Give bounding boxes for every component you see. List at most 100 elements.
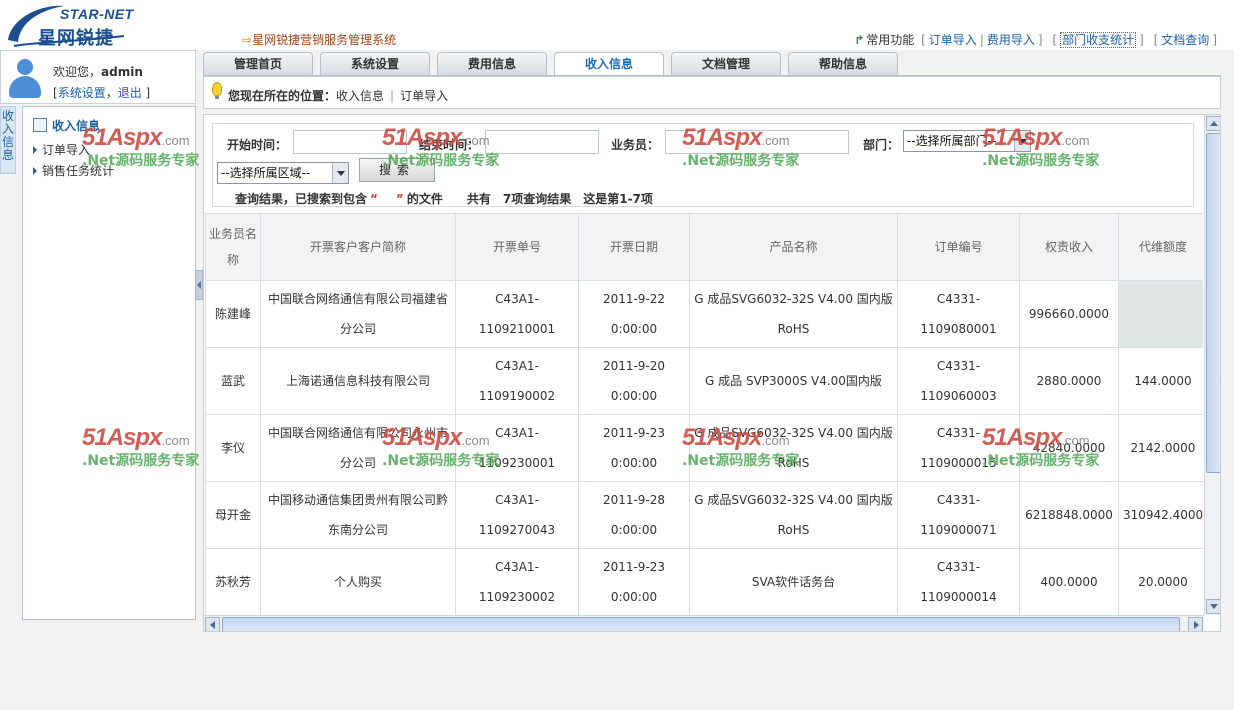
table-row: 苏秋芳 个人购买 C43A1-1109230002 2011-9-23 0:00… [205,548,1203,615]
cell-invoice-date: 2011-9-22 0:00:00 [578,280,690,348]
system-settings-link[interactable]: 系统设置 [58,86,106,100]
lightbulb-icon [212,82,222,99]
system-title-text: 星网锐捷营销服务管理系统 [252,33,397,47]
sidebar-item-sales-task[interactable]: 销售任务统计 [33,162,114,179]
search-button[interactable]: 搜索 [359,158,435,182]
result-summary: 查询结果，已搜索到包含 “ ” 的文件 共有 7项查询结果 这是第1-7项 [235,192,653,206]
system-title: ⇨星网锐捷营销服务管理系统 [242,31,396,48]
cell-invoice-no: C43A1-1109230002 [455,548,579,615]
quick-link-dept-stats[interactable]: 部门收支统计 [1060,32,1137,48]
cell-income: 2880.0000 [1019,347,1119,415]
cell-customer: 中国移动通信集团贵州有限公司黔东南分公司 [260,481,456,549]
cell-invoice-no: C43A1-1109270043 [455,481,579,549]
cell-maintenance-quota [1118,280,1203,348]
department-select-value: --选择所属部门-- [907,134,997,148]
region-select-value: --选择所属区域-- [221,166,311,180]
cell-income: 400.0000 [1019,548,1119,615]
column-header: 代维额度 [1118,213,1203,281]
cell-product: SVA软件话务台 [689,548,898,615]
tab-home[interactable]: 管理首页 [203,52,313,76]
region-select[interactable]: --选择所属区域-- [217,162,349,184]
end-time-label: 结束时间： [419,138,480,152]
vertical-tab-income[interactable]: 收入信息 [0,106,16,174]
cell-income: 6218848.0000 [1019,481,1119,549]
scroll-down-arrow-icon[interactable] [1206,599,1220,614]
common-functions-arrow-icon: ↱ [854,33,865,47]
scroll-left-arrow-icon[interactable] [205,617,220,631]
cell-order-no: C4331-1109080001 [897,280,1020,348]
horizontal-scrollbar[interactable] [204,615,1204,631]
cell-customer: 中国联合网络通信有限公司福建省分公司 [260,280,456,348]
tab-income[interactable]: 收入信息 [554,52,664,77]
column-header: 产品名称 [689,213,898,281]
table-row: 母开金 中国移动通信集团贵州有限公司黔东南分公司 C43A1-110927004… [205,481,1203,549]
cell-invoice-no: C43A1-1109210001 [455,280,579,348]
salesman-input[interactable] [665,130,849,154]
table-row: 李仪 中国联合网络通信有限公司永州市分公司 C43A1-1109230001 2… [205,414,1203,482]
cell-maintenance-quota: 144.0000 [1118,347,1203,415]
logo-chinese: 星网锐捷 [38,28,114,49]
user-links: [系统设置，退出 ] [53,86,151,100]
cell-invoice-date: 2011-9-20 0:00:00 [578,347,690,415]
cell-product: G 成品SVG6032-32S V4.00 国内版 RoHS [689,414,898,482]
logout-link[interactable]: 退出 [118,86,142,100]
quick-links: ↱ 常用功能 [订单导入 | 费用导入] [部门收支统计] [文档查询] [854,32,1217,48]
department-label: 部门： [863,138,900,152]
cell-invoice-no: C43A1-1109230001 [455,414,579,482]
cell-invoice-date: 2011-9-28 0:00:00 [578,481,690,549]
column-header: 开票日期 [578,213,690,281]
sidebar-item-label: 订单导入 [42,143,91,157]
sidebar-collapse-toggle[interactable] [195,270,203,300]
quick-link-doc-query[interactable]: 文档查询 [1161,33,1209,47]
cell-salesman: 蓝武 [205,347,261,415]
department-select[interactable]: --选择所属部门-- [903,130,1031,152]
user-panel: 欢迎您，admin [系统设置，退出 ] [0,50,196,104]
scroll-up-arrow-icon[interactable] [1206,116,1220,131]
cell-order-no: C4331-1109000015 [897,414,1020,482]
horizontal-scroll-thumb[interactable] [222,617,1180,631]
quick-link-order-import[interactable]: 订单导入 [929,33,977,47]
result-range: 这是第1-7项 [583,192,653,206]
breadcrumb: 您现在所在的位置：收入信息 | 订单导入 [228,89,449,103]
top-header: STAR-NET 星网锐捷 ⇨星网锐捷营销服务管理系统 ↱ 常用功能 [订单导入 |… [0,0,1234,50]
breadcrumb-item: 收入信息 [336,89,385,103]
cell-product: G 成品SVG6032-32S V4.00 国内版 RoHS [689,280,898,348]
sidebar-item-label: 销售任务统计 [42,164,115,178]
cell-order-no: C4331-1109060003 [897,347,1020,415]
cell-salesman: 母开金 [205,481,261,549]
breadcrumb-item: 订单导入 [400,89,449,103]
quick-label: 常用功能 [866,33,915,47]
salesman-label: 业务员： [611,138,660,152]
cell-invoice-no: C43A1-1109190002 [455,347,579,415]
tab-help[interactable]: 帮助信息 [788,52,898,76]
start-time-label: 开始时间： [227,138,288,152]
table-row: 蓝武 上海诺通信息科技有限公司 C43A1-1109190002 2011-9-… [205,347,1203,415]
tab-documents[interactable]: 文档管理 [671,52,781,76]
cell-salesman: 陈建峰 [205,280,261,348]
quick-link-fee-import[interactable]: 费用导入 [987,33,1035,47]
folder-icon [33,118,47,132]
vertical-scrollbar[interactable] [1204,115,1220,615]
chevron-down-icon [1014,131,1030,151]
breadcrumb-label: 您现在所在的位置： [228,89,337,103]
cell-product: G 成品 SVP3000S V4.00国内版 [689,347,898,415]
tab-fees[interactable]: 费用信息 [437,52,547,76]
column-header: 开票单号 [455,213,579,281]
sidebar-item-order-import[interactable]: 订单导入 [33,141,90,158]
chevron-down-icon [332,163,348,183]
cell-income: 42840.0000 [1019,414,1119,482]
user-avatar-icon [7,59,43,99]
start-time-input[interactable] [293,130,407,154]
vertical-scroll-thumb[interactable] [1206,133,1220,473]
end-time-input[interactable] [485,130,599,154]
company-logo: STAR-NET 星网锐捷 [4,2,138,49]
title-arrow-icon: ⇨ [242,33,253,47]
main-panel: 开始时间： 结束时间： 业务员： 部门： --选择所属部门-- --选择所属区域… [203,114,1221,632]
tab-settings[interactable]: 系统设置 [320,52,430,76]
search-filter: 开始时间： 结束时间： 业务员： 部门： --选择所属部门-- --选择所属区域… [212,123,1194,207]
cell-income: 996660.0000 [1019,280,1119,348]
scroll-right-arrow-icon[interactable] [1188,617,1203,631]
results-table: 业务员名称 开票客户客户简称 开票单号 开票日期 产品名称 订单编号 权责收入 … [205,213,1203,615]
column-header: 权责收入 [1019,213,1119,281]
cell-customer: 上海诺通信息科技有限公司 [260,347,456,415]
